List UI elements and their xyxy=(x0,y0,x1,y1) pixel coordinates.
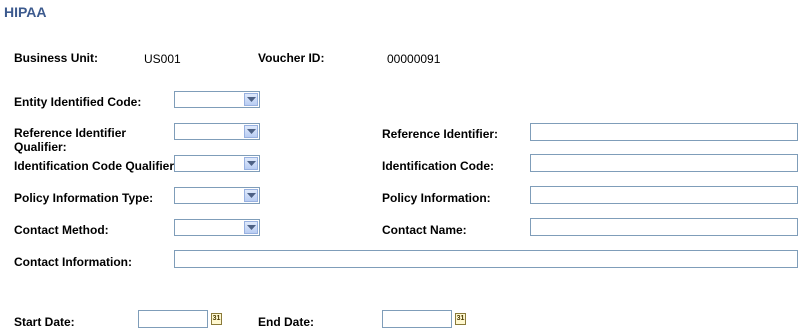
calendar-icon[interactable]: 31 xyxy=(455,313,466,325)
identification-code-label: Identification Code: xyxy=(382,159,494,173)
contact-name-label: Contact Name: xyxy=(382,223,467,237)
reference-identifier-qualifier-label: Reference Identifier Qualifier: xyxy=(14,126,127,154)
calendar-icon[interactable]: 31 xyxy=(211,313,222,325)
entity-identified-code-select[interactable] xyxy=(174,91,260,108)
business-unit-value: US001 xyxy=(144,52,181,66)
voucher-id-label: Voucher ID: xyxy=(258,51,325,65)
policy-information-type-select[interactable] xyxy=(174,187,260,204)
contact-information-input[interactable] xyxy=(174,250,798,268)
chevron-down-icon[interactable] xyxy=(244,189,258,202)
policy-information-label: Policy Information: xyxy=(382,191,491,205)
policy-information-input[interactable] xyxy=(530,186,798,204)
business-unit-label: Business Unit: xyxy=(14,51,99,65)
identification-code-qualifier-label: Identification Code Qualifier: xyxy=(14,159,179,173)
reference-identifier-qualifier-select[interactable] xyxy=(174,123,260,140)
contact-name-input[interactable] xyxy=(530,218,798,236)
chevron-down-icon[interactable] xyxy=(244,125,258,138)
identification-code-qualifier-select[interactable] xyxy=(174,155,260,172)
contact-method-label: Contact Method: xyxy=(14,223,109,237)
start-date-input[interactable] xyxy=(138,310,208,328)
chevron-down-icon[interactable] xyxy=(244,157,258,170)
identification-code-input[interactable] xyxy=(530,154,798,172)
contact-method-select[interactable] xyxy=(174,219,260,236)
contact-information-label: Contact Information: xyxy=(14,255,132,269)
start-date-label: Start Date: xyxy=(14,315,75,329)
reference-identifier-input[interactable] xyxy=(530,123,798,141)
end-date-label: End Date: xyxy=(258,315,315,329)
end-date-input[interactable] xyxy=(382,310,452,328)
chevron-down-icon[interactable] xyxy=(244,93,258,106)
voucher-id-value: 00000091 xyxy=(387,52,441,66)
entity-identified-code-label: Entity Identified Code: xyxy=(14,95,142,109)
policy-information-type-label: Policy Information Type: xyxy=(14,191,154,205)
reference-identifier-label: Reference Identifier: xyxy=(382,127,499,141)
page-title: HIPAA xyxy=(4,4,47,20)
chevron-down-icon[interactable] xyxy=(244,221,258,234)
